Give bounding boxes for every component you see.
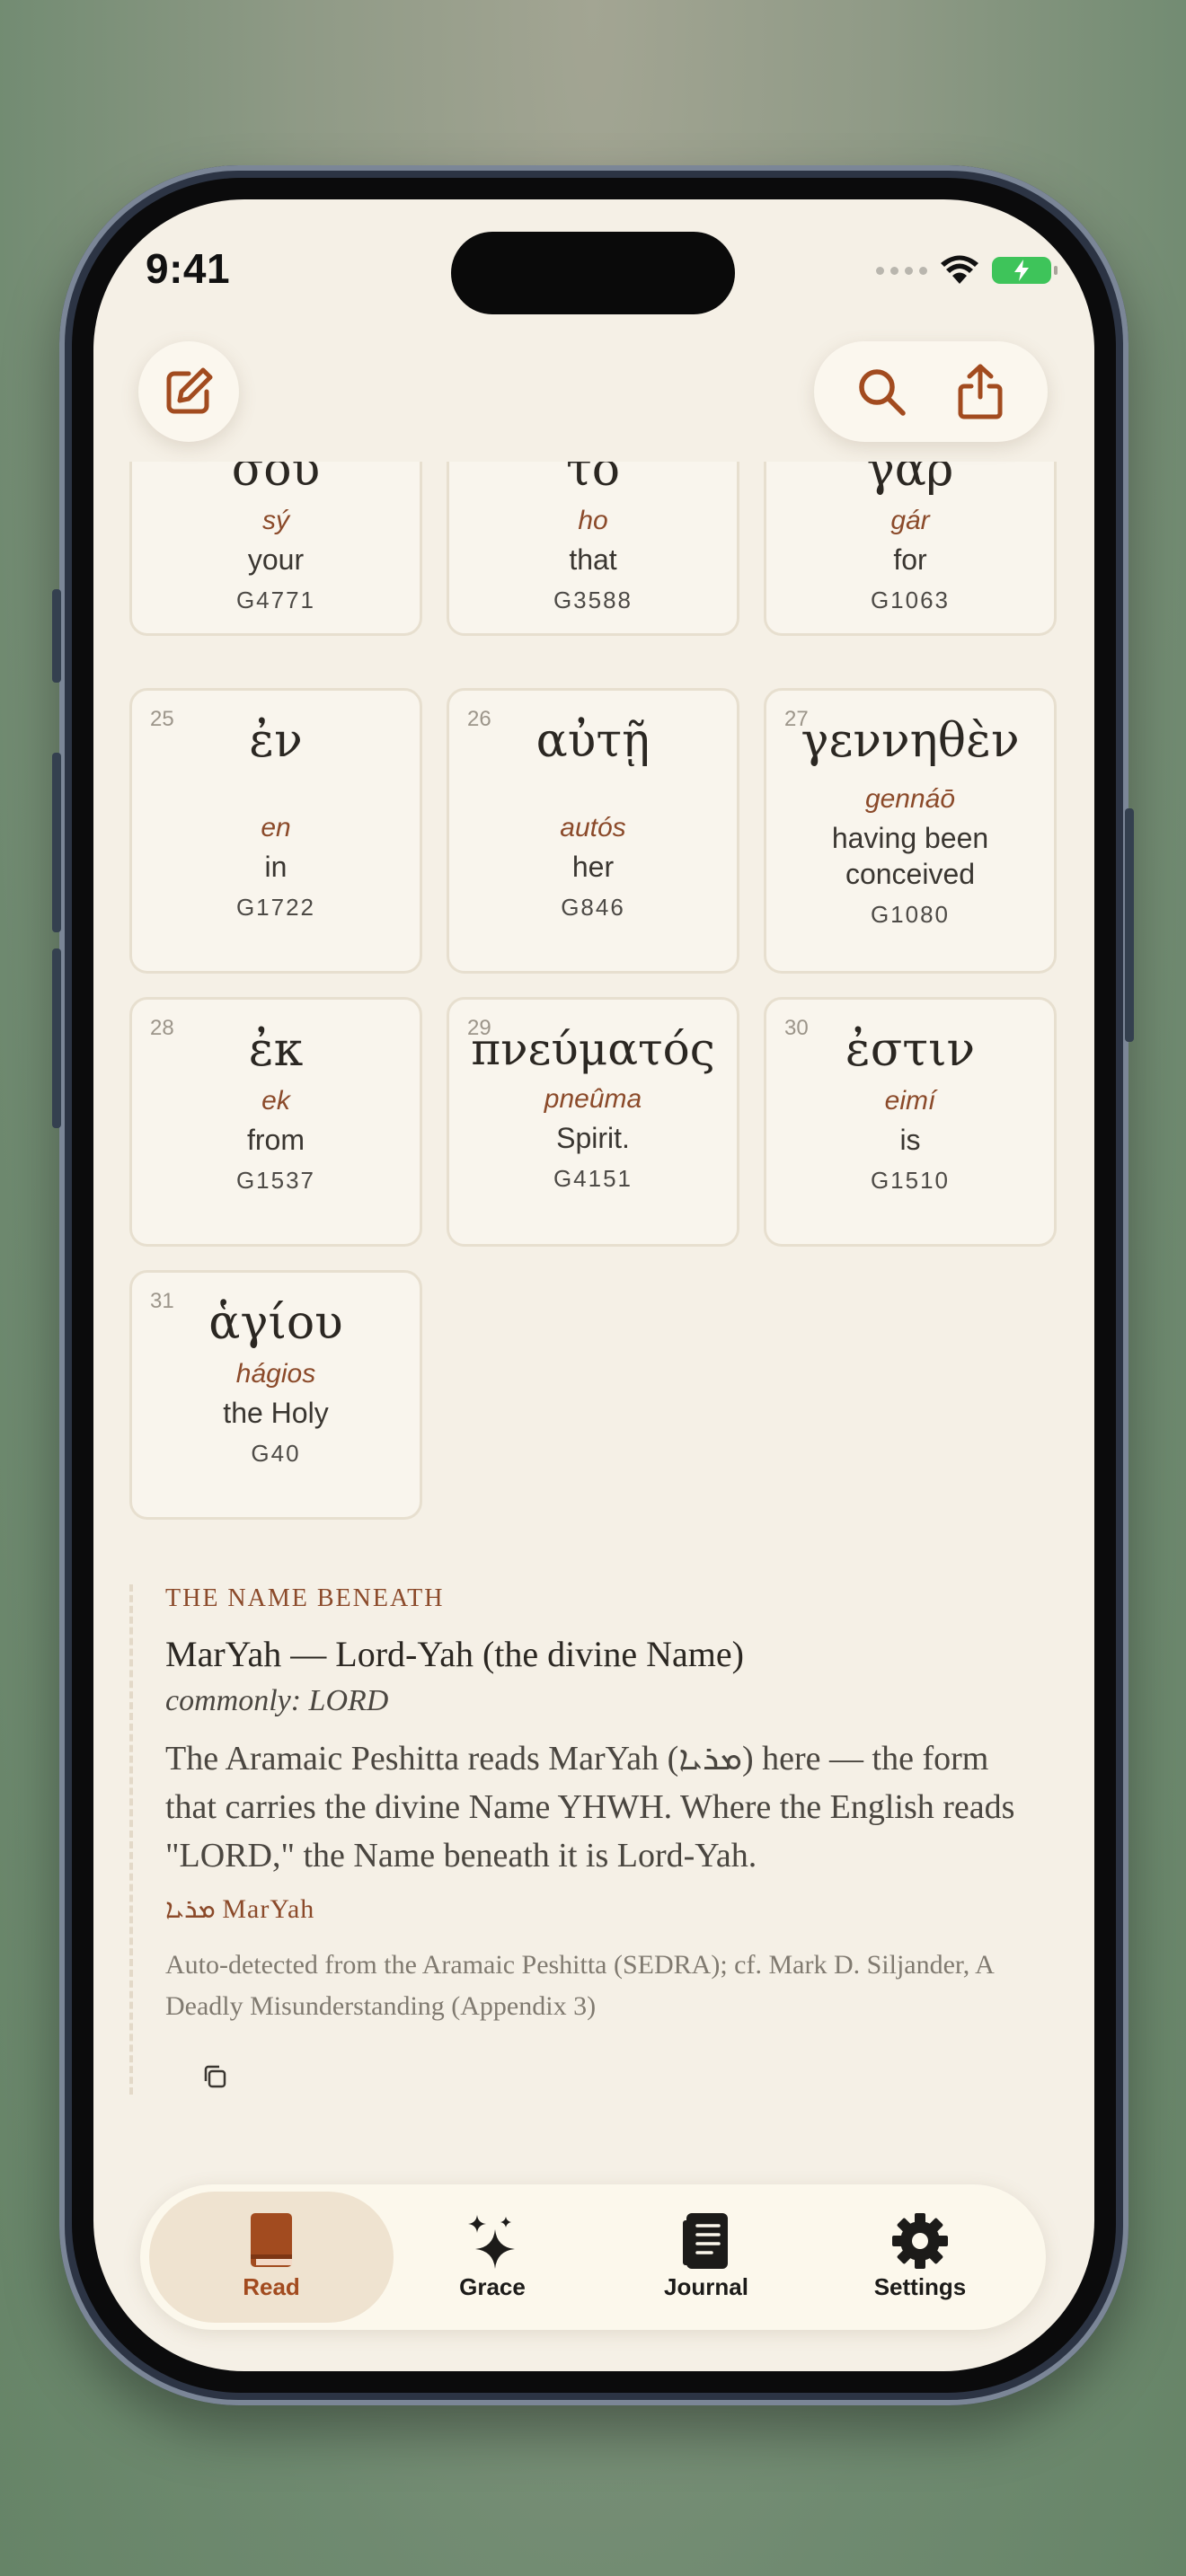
transliteration: ek bbox=[261, 1086, 290, 1116]
copy-icon[interactable] bbox=[201, 2063, 228, 2090]
book-icon bbox=[251, 2213, 292, 2267]
word-number: 29 bbox=[467, 1016, 491, 1040]
word-number: 25 bbox=[150, 707, 174, 731]
strongs-number: G846 bbox=[561, 894, 625, 921]
transliteration: hágios bbox=[235, 1359, 316, 1389]
action-button bbox=[52, 589, 61, 683]
greek-word: γεννηθὲν bbox=[801, 714, 1020, 768]
strongs-number: G4771 bbox=[235, 587, 316, 613]
word-card[interactable]: 30 ἐστιν eimí is G1510 bbox=[764, 997, 1057, 1247]
tab-grace-label: Grace bbox=[459, 2273, 526, 2300]
tab-settings[interactable]: Settings bbox=[812, 2192, 1028, 2323]
strongs-number: G1063 bbox=[870, 587, 951, 613]
strongs-number: G1080 bbox=[870, 901, 951, 928]
transliteration: en bbox=[261, 813, 291, 842]
status-time: 9:41 bbox=[146, 245, 231, 292]
word-card[interactable]: σου sý your G4771 bbox=[129, 462, 422, 636]
note-commonly: commonly: LORD bbox=[165, 1684, 389, 1717]
gloss: your bbox=[247, 543, 305, 576]
word-number: 26 bbox=[467, 707, 491, 731]
compose-icon bbox=[166, 367, 213, 414]
greek-word: ἁγίου bbox=[208, 1296, 343, 1350]
dynamic-island bbox=[451, 232, 735, 314]
wifi-icon bbox=[941, 255, 978, 284]
word-number: 31 bbox=[150, 1289, 174, 1313]
tab-read-label: Read bbox=[243, 2273, 300, 2300]
search-icon[interactable] bbox=[854, 365, 908, 419]
gloss: for bbox=[893, 543, 927, 576]
note-term: ܡܪܝܐ MarYah bbox=[165, 1894, 315, 1924]
note-label: THE NAME BENEATH bbox=[165, 1584, 445, 1612]
gloss: the Holy bbox=[223, 1397, 329, 1429]
tab-bar: Read Grace Journal Settings bbox=[140, 2184, 1046, 2330]
transliteration: gennáō bbox=[864, 784, 956, 814]
gloss: is bbox=[899, 1124, 921, 1156]
gloss: Spirit. bbox=[556, 1122, 630, 1154]
transliteration: ho bbox=[578, 506, 608, 535]
gear-icon bbox=[892, 2213, 948, 2269]
sparkles-icon bbox=[468, 2215, 515, 2269]
greek-word: τὸ bbox=[565, 462, 621, 497]
strongs-number: G1722 bbox=[235, 894, 316, 921]
status-indicators bbox=[876, 255, 1058, 286]
gloss: in bbox=[264, 851, 288, 883]
strongs-number: G4151 bbox=[553, 1165, 633, 1192]
greek-word: ἐκ bbox=[248, 1023, 304, 1077]
gloss: that bbox=[569, 543, 617, 576]
greek-word: γάρ bbox=[866, 462, 954, 497]
strongs-number: G3588 bbox=[553, 587, 633, 613]
greek-word: αὐτῇ bbox=[535, 714, 651, 768]
gloss: from bbox=[247, 1124, 305, 1156]
note-source: Auto-detected from the Aramaic Peshitta … bbox=[165, 1950, 994, 2021]
tab-settings-label: Settings bbox=[873, 2273, 967, 2300]
greek-word: ἐστιν bbox=[845, 1023, 976, 1077]
word-number: 28 bbox=[150, 1016, 174, 1040]
transliteration: gár bbox=[890, 506, 930, 535]
note-body: The Aramaic Peshitta reads MarYah (ܡܪܝܐ)… bbox=[165, 1740, 1015, 1875]
greek-word: ἐν bbox=[249, 714, 303, 768]
gloss: having been conceived bbox=[831, 822, 989, 890]
tab-journal[interactable]: Journal bbox=[598, 2192, 814, 2323]
word-card[interactable]: 31 ἁγίου hágios the Holy G40 bbox=[129, 1270, 422, 1520]
transliteration: pneûma bbox=[544, 1084, 642, 1114]
share-icon[interactable] bbox=[953, 363, 1007, 420]
word-card[interactable]: γάρ gár for G1063 bbox=[764, 462, 1057, 636]
strongs-number: G40 bbox=[251, 1440, 301, 1467]
tab-grace[interactable]: Grace bbox=[385, 2192, 600, 2323]
note-title: MarYah — Lord-Yah (the divine Name) bbox=[165, 1634, 744, 1674]
volume-up-button bbox=[52, 753, 61, 932]
tab-journal-label: Journal bbox=[664, 2273, 748, 2300]
word-number: 27 bbox=[784, 707, 809, 731]
word-card[interactable]: 29 πνεύματός pneûma Spirit. G4151 bbox=[447, 997, 739, 1247]
word-card[interactable]: 28 ἐκ ek from G1537 bbox=[129, 997, 422, 1247]
battery-icon bbox=[992, 257, 1058, 284]
volume-down-button bbox=[52, 948, 61, 1128]
strongs-number: G1510 bbox=[870, 1167, 951, 1194]
transliteration: autós bbox=[560, 813, 626, 842]
word-card[interactable]: 26 αὐτῇ autós her G846 bbox=[447, 688, 739, 974]
power-button bbox=[1125, 808, 1134, 1042]
top-actions bbox=[814, 341, 1048, 442]
compose-button[interactable] bbox=[138, 341, 239, 442]
transliteration: sý bbox=[262, 506, 289, 535]
greek-word: σου bbox=[231, 462, 321, 497]
tab-read[interactable]: Read bbox=[149, 2192, 394, 2323]
transliteration: eimí bbox=[884, 1086, 936, 1116]
word-card[interactable]: 25 ἐν en in G1722 bbox=[129, 688, 422, 974]
gloss: her bbox=[571, 851, 615, 883]
word-number: 30 bbox=[784, 1016, 809, 1040]
charging-bolt-icon bbox=[1014, 260, 1029, 281]
journal-icon bbox=[683, 2213, 728, 2269]
name-beneath-note: THE NAME BENEATH MarYah — Lord-Yah (the … bbox=[129, 1584, 1028, 2095]
word-card[interactable]: τὸ ho that G3588 bbox=[447, 462, 739, 636]
strongs-number: G1537 bbox=[235, 1167, 316, 1194]
signal-dots-icon bbox=[876, 266, 927, 275]
word-card[interactable]: 27 γεννηθὲν gennáō having been conceived… bbox=[764, 688, 1057, 974]
greek-word: πνεύματός bbox=[471, 1023, 715, 1075]
